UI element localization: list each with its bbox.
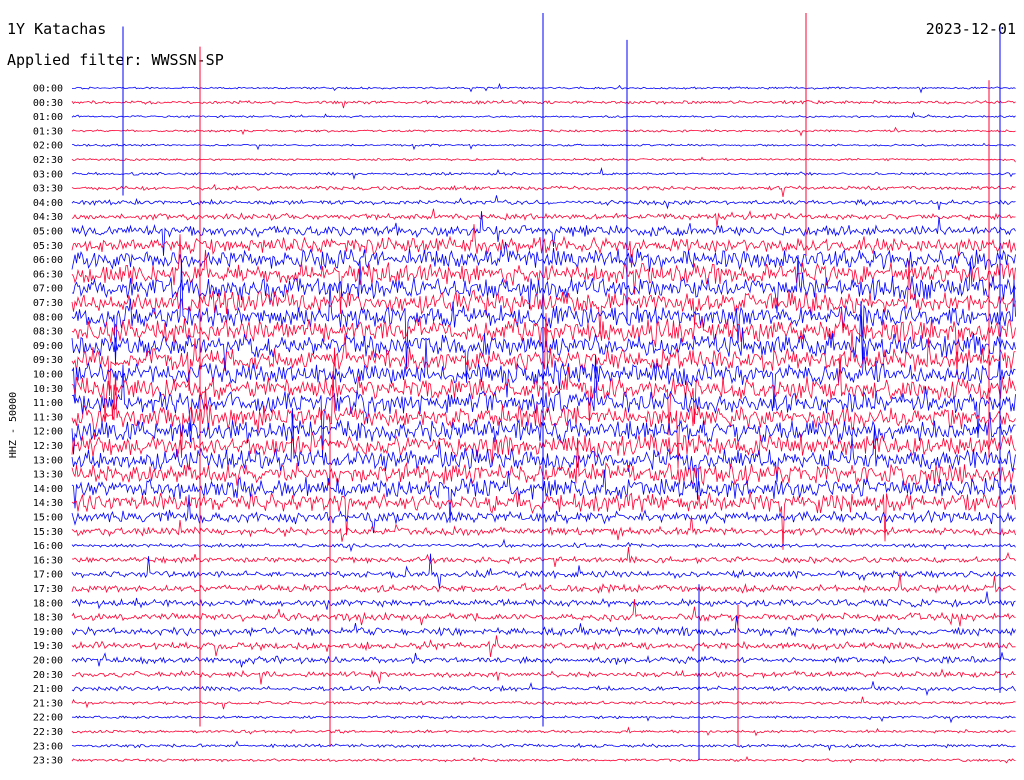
time-tick-label: 07:00	[33, 284, 63, 295]
trace-line	[71, 726, 1016, 737]
time-tick-label: 07:30	[33, 298, 63, 309]
trace-line	[71, 756, 1016, 764]
seismogram-plot: 00:00 00:30 01:00 01:30 02:00 02:30 03:00 03:30…	[8, 13, 1016, 767]
time-tick-label: 06:00	[33, 255, 63, 266]
trace-line	[71, 208, 1016, 228]
time-tick-label: 08:30	[33, 327, 63, 338]
trace-line	[71, 591, 1016, 610]
time-tick-label: 18:30	[33, 613, 63, 624]
time-tick-label: 16:00	[33, 541, 63, 552]
time-tick-label: 13:30	[33, 470, 63, 481]
time-tick-label: 03:30	[33, 184, 63, 195]
time-tick-label: 15:30	[33, 527, 63, 538]
time-tick-label: 17:00	[33, 570, 63, 581]
trace-line	[71, 696, 1016, 710]
time-tick-labels: 00:00 00:30 01:00 01:30 02:00 02:30 03:00 03:30…	[33, 84, 63, 767]
trace-line	[71, 715, 1016, 724]
time-tick-label: 16:30	[33, 555, 63, 566]
time-tick-label: 10:00	[33, 370, 63, 381]
time-tick-label: 05:00	[33, 227, 63, 238]
time-tick-label: 21:00	[33, 684, 63, 695]
time-tick-label: 10:30	[33, 384, 63, 395]
time-tick-label: 12:00	[33, 427, 63, 438]
time-tick-label: 02:00	[33, 141, 63, 152]
time-tick-label: 01:30	[33, 126, 63, 137]
time-tick-label: 19:00	[33, 627, 63, 638]
time-tick-label: 06:30	[33, 269, 63, 280]
trace-line	[71, 241, 1016, 272]
trace-layer	[71, 13, 1016, 764]
time-tick-label: 09:00	[33, 341, 63, 352]
trace-line	[71, 652, 1016, 668]
trace-line	[71, 668, 1016, 685]
time-tick-label: 19:30	[33, 641, 63, 652]
time-tick-label: 17:30	[33, 584, 63, 595]
time-tick-label: 03:00	[33, 169, 63, 180]
time-tick-label: 02:30	[33, 155, 63, 166]
time-tick-label: 22:30	[33, 727, 63, 738]
trace-line	[71, 681, 1016, 697]
time-tick-label: 21:30	[33, 698, 63, 709]
trace-line	[71, 126, 1016, 137]
trace-line	[71, 490, 1016, 550]
trace-line	[71, 635, 1016, 657]
trace-line	[71, 740, 1016, 752]
time-tick-label: 22:00	[33, 713, 63, 724]
time-tick-label: 09:30	[33, 355, 63, 366]
trace-line	[71, 546, 1016, 567]
time-tick-label: 00:30	[33, 98, 63, 109]
time-tick-label: 20:30	[33, 670, 63, 681]
time-tick-label: 15:00	[33, 513, 63, 524]
trace-line	[71, 99, 1016, 109]
trace-line	[71, 82, 1016, 94]
trace-line	[71, 183, 1016, 197]
time-tick-label: 14:30	[33, 498, 63, 509]
time-tick-label: 14:00	[33, 484, 63, 495]
trace-line	[71, 538, 1016, 553]
trace-line	[72, 142, 1016, 151]
time-tick-label: 05:30	[33, 241, 63, 252]
trace-line	[71, 111, 1016, 119]
time-tick-label: 04:30	[33, 212, 63, 223]
time-tick-label: 13:00	[33, 455, 63, 466]
time-tick-label: 11:00	[33, 398, 63, 409]
time-tick-label: 08:00	[33, 312, 63, 323]
trace-line	[71, 195, 1016, 210]
trace-line	[71, 156, 1016, 163]
time-tick-label: 00:00	[33, 84, 63, 95]
trace-line	[71, 167, 1016, 180]
time-tick-label: 23:00	[33, 741, 63, 752]
time-tick-label: 01:00	[33, 112, 63, 123]
time-tick-label: 18:00	[33, 598, 63, 609]
trace-line	[71, 573, 1016, 594]
time-tick-label: 04:00	[33, 198, 63, 209]
time-tick-label: 23:30	[33, 756, 63, 767]
y-axis-label: HHZ - 50000	[8, 392, 19, 458]
time-tick-label: 11:30	[33, 412, 63, 423]
time-tick-label: 12:30	[33, 441, 63, 452]
time-tick-label: 20:00	[33, 656, 63, 667]
trace-line	[71, 301, 1016, 383]
